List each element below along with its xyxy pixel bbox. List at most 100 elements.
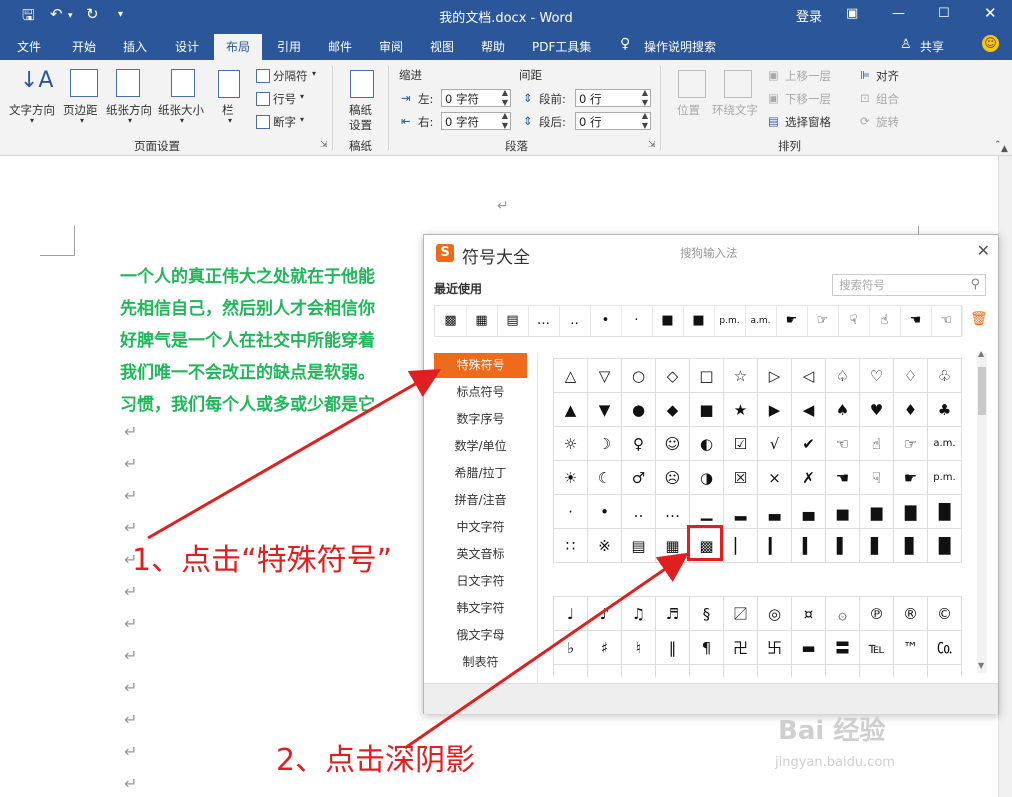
symbol-cell[interactable]: ▂ xyxy=(724,495,758,529)
symbol-cell[interactable]: ‖ xyxy=(656,631,690,665)
recent-symbol-cell[interactable]: ■ xyxy=(652,306,684,336)
symbol-cell[interactable]: ♯ xyxy=(588,631,622,665)
manuscript-button-line2[interactable]: 设置 xyxy=(349,117,372,133)
category-item[interactable]: 俄文字母 xyxy=(434,623,527,648)
scroll-down-icon[interactable]: ▼ xyxy=(978,661,984,670)
symbol-cell[interactable] xyxy=(826,665,860,677)
tell-me-search[interactable]: 操作说明搜索 xyxy=(644,38,716,55)
symbol-cell[interactable]: 〓 xyxy=(826,631,860,665)
symbol-cell[interactable]: ▬ xyxy=(792,631,826,665)
symbol-cell[interactable]: · xyxy=(554,495,588,529)
symbol-cell[interactable]: ▍ xyxy=(792,529,826,563)
dialog-launcher-icon[interactable]: ⇲ xyxy=(648,140,656,150)
line-numbers-button[interactable]: 行号 xyxy=(273,91,296,107)
symbol-cell[interactable]: ☚ xyxy=(826,461,860,495)
selection-pane-button[interactable]: 选择窗格 xyxy=(785,114,831,130)
symbol-cell[interactable]: 卍 xyxy=(724,631,758,665)
symbol-cell[interactable]: ♠ xyxy=(826,393,860,427)
category-item[interactable]: 韩文字符 xyxy=(434,596,527,621)
symbol-cell[interactable] xyxy=(690,665,724,677)
symbol-cell[interactable]: 卐 xyxy=(758,631,792,665)
symbol-cell[interactable]: ☒ xyxy=(724,461,758,495)
symbol-cell[interactable]: ‥ xyxy=(622,495,656,529)
recent-symbol-cell[interactable]: a.m. xyxy=(745,306,777,336)
symbol-cell[interactable]: ▌ xyxy=(826,529,860,563)
scroll-up-icon[interactable]: ▲ xyxy=(1001,144,1008,154)
symbol-cell[interactable]: ◐ xyxy=(690,427,724,461)
group-button[interactable]: 组合 xyxy=(876,91,899,107)
recent-symbol-cell[interactable]: p.m. xyxy=(714,306,746,336)
symbol-cell[interactable]: ۞ xyxy=(826,597,860,631)
symbol-cell[interactable]: ○ xyxy=(622,359,656,393)
manuscript-button-line1[interactable]: 稿纸 xyxy=(349,102,372,118)
symbol-cell[interactable]: ☑ xyxy=(724,427,758,461)
text-line[interactable]: 我们唯一不会改正的缺点是软弱。 xyxy=(120,358,375,383)
trash-icon[interactable]: 🗑 xyxy=(970,311,988,327)
category-item[interactable]: 中文字符 xyxy=(434,515,527,540)
symbol-cell[interactable]: ℗ xyxy=(860,597,894,631)
symbol-cell[interactable]: ♤ xyxy=(826,359,860,393)
search-icon[interactable]: ⚲ xyxy=(970,275,980,295)
symbol-cell[interactable]: ▦ xyxy=(656,529,690,563)
symbol-cell[interactable]: ☛ xyxy=(894,461,928,495)
symbol-cell[interactable]: ℡ xyxy=(860,631,894,665)
text-line[interactable]: 先相信自己，然后别人才会相信你 xyxy=(120,294,375,319)
recent-symbol-cell[interactable]: ☛ xyxy=(776,306,808,336)
symbol-cell[interactable]: ☹ xyxy=(656,461,690,495)
symbol-cell[interactable]: ✔ xyxy=(792,427,826,461)
dialog-close-icon[interactable]: ✕ xyxy=(977,241,990,260)
symbol-cell[interactable]: ∷ xyxy=(554,529,588,563)
symbol-cell[interactable] xyxy=(588,665,622,677)
category-item[interactable]: 拼音/注音 xyxy=(434,488,527,513)
indent-right-input[interactable]: 0 字符 ▲ ▼ xyxy=(441,111,511,130)
symbol-scrollbar[interactable]: ▲ ▼ xyxy=(977,349,987,673)
tab-help[interactable]: 帮助 xyxy=(481,38,505,55)
maximize-button[interactable]: ☐ xyxy=(938,6,950,21)
symbol-cell[interactable]: ¤ xyxy=(792,597,826,631)
send-backward-button[interactable]: 下移一层 xyxy=(785,91,831,107)
spacing-before-input[interactable]: 0 行 ▲ ▼ xyxy=(575,88,651,107)
recent-symbol-cell[interactable]: • xyxy=(590,306,622,336)
recent-symbol-cell[interactable]: ☚ xyxy=(900,306,932,336)
bring-forward-button[interactable]: 上移一层 xyxy=(785,68,831,84)
tab-home[interactable]: 开始 xyxy=(72,38,96,55)
recent-symbol-cell[interactable]: ▦ xyxy=(466,306,498,336)
smiley-feedback-icon[interactable]: ☺ xyxy=(982,35,999,52)
symbol-cell[interactable]: ☟ xyxy=(860,461,894,495)
symbol-cell[interactable]: … xyxy=(656,495,690,529)
symbol-cell[interactable]: ▁ xyxy=(690,495,724,529)
symbol-cell[interactable]: ☞ xyxy=(894,427,928,461)
symbol-cell[interactable]: ♡ xyxy=(860,359,894,393)
recent-symbol-cell[interactable]: ▤ xyxy=(497,306,529,336)
symbol-cell[interactable]: ♧ xyxy=(928,359,962,393)
category-item[interactable]: 数学/单位 xyxy=(434,434,527,459)
symbol-cell[interactable]: ▇ xyxy=(894,495,928,529)
minimize-button[interactable]: — xyxy=(892,6,905,21)
symbol-cell[interactable]: ♂ xyxy=(622,461,656,495)
symbol-cell[interactable]: ♬ xyxy=(656,597,690,631)
document-scrollbar[interactable]: ▲ xyxy=(998,144,1012,797)
tab-review[interactable]: 审阅 xyxy=(379,38,403,55)
symbol-cell[interactable]: § xyxy=(690,597,724,631)
recent-symbol-cell[interactable]: ☝ xyxy=(869,306,901,336)
spinner-icon[interactable]: ▲ ▼ xyxy=(502,88,508,108)
category-item[interactable]: 标点符号 xyxy=(434,380,527,405)
wrap-text-button[interactable]: 环绕文字 xyxy=(712,102,758,118)
recent-symbol-cell[interactable]: ☜ xyxy=(931,306,963,336)
tab-insert[interactable]: 插入 xyxy=(123,38,147,55)
category-item[interactable]: 英文音标 xyxy=(434,542,527,567)
symbol-cell[interactable]: ▅ xyxy=(826,495,860,529)
text-line[interactable]: 好脾气是一个人在社交中所能穿着 xyxy=(120,326,375,351)
symbol-cell[interactable]: △ xyxy=(554,359,588,393)
text-line[interactable]: 一个人的真正伟大之处就在于他能 xyxy=(120,262,375,287)
symbol-cell[interactable]: ▊ xyxy=(894,529,928,563)
symbol-cell[interactable]: a.m. xyxy=(928,427,962,461)
text-line[interactable]: 习惯，我们每个人或多或少都是它 xyxy=(120,390,375,415)
symbol-cell[interactable]: ◇ xyxy=(656,359,690,393)
symbol-cell[interactable]: ¶ xyxy=(690,631,724,665)
tab-design[interactable]: 设计 xyxy=(175,38,199,55)
symbol-cell[interactable]: × xyxy=(758,461,792,495)
category-item[interactable]: 制表符 xyxy=(434,650,527,675)
tab-references[interactable]: 引用 xyxy=(277,38,301,55)
recent-symbol-cell[interactable]: ☞ xyxy=(807,306,839,336)
